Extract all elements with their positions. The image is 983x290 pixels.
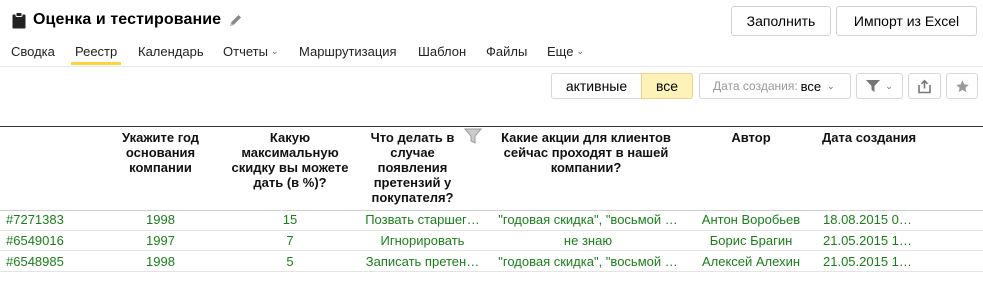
cell-claims-action: Записать претен… [365, 254, 480, 269]
export-button[interactable] [908, 73, 941, 99]
cell-founding-year: 1998 [146, 212, 175, 227]
filter-all-button[interactable]: все [641, 73, 693, 99]
cell-created-date: 21.05.2015 1… [823, 233, 912, 248]
row-divider [0, 271, 983, 272]
cell-max-discount: 5 [286, 254, 294, 269]
chevron-down-icon: ⌄ [270, 45, 279, 56]
cell-created-date: 18.08.2015 0… [823, 212, 912, 227]
chevron-down-icon: ⌄ [885, 80, 893, 91]
filter-active-button[interactable]: активные [551, 73, 642, 99]
cell-promotions: не знаю [563, 233, 613, 248]
tab-template[interactable]: Шаблон [418, 38, 466, 64]
column-header-founding-year[interactable]: Укажите год основания компании [113, 130, 208, 175]
funnel-icon [866, 80, 881, 92]
table-header-divider [0, 210, 983, 211]
row-id-link[interactable]: #6548985 [6, 254, 106, 270]
cell-founding-year: 1998 [146, 254, 175, 269]
column-header-author[interactable]: Автор [701, 130, 801, 145]
cell-founding-year: 1997 [146, 233, 175, 248]
chevron-down-icon: ⌄ [576, 45, 584, 56]
cell-max-discount: 15 [282, 212, 298, 227]
title-row: Оценка и тестирование [12, 9, 243, 31]
cell-claims-action: Игнорировать [380, 233, 465, 248]
tab-reports[interactable]: Отчеты ⌄ [223, 38, 278, 64]
date-created-filter[interactable]: Дата создания: все ⌄ [699, 73, 851, 99]
column-header-max-discount[interactable]: Какую максимальную скидку вы можете дать… [226, 130, 354, 190]
cell-author: Антон Воробьев [701, 212, 801, 227]
page-title: Оценка и тестирование [33, 11, 222, 28]
cell-author: Алексей Алехин [701, 254, 801, 269]
column-filter-funnel-icon[interactable] [464, 128, 482, 144]
tab-files[interactable]: Файлы [486, 38, 527, 64]
row-divider [0, 250, 983, 251]
cell-created-date: 21.05.2015 1… [823, 254, 912, 269]
table-top-border [0, 126, 983, 127]
tab-registry[interactable]: Реестр [70, 38, 122, 65]
row-id-link[interactable]: #7271383 [6, 212, 106, 228]
share-icon [918, 79, 931, 93]
edit-pencil-icon[interactable] [228, 13, 243, 28]
column-header-created-date[interactable]: Дата создания [814, 130, 924, 145]
column-header-promotions[interactable]: Какие акции для клиентов сейчас проходят… [487, 130, 685, 175]
import-excel-button[interactable]: Импорт из Excel [836, 6, 977, 36]
tab-more[interactable]: Еще ⌄ [547, 38, 584, 64]
column-header-claims-action[interactable]: Что делать в случае появления претензий … [360, 130, 465, 205]
nav-divider [0, 66, 983, 67]
favorite-button[interactable] [946, 73, 978, 99]
filter-menu-button[interactable]: ⌄ [856, 73, 903, 99]
fill-button[interactable]: Заполнить [731, 6, 831, 36]
star-icon [955, 79, 969, 92]
cell-claims-action: Позвать старшег… [365, 212, 480, 227]
date-filter-label: Дата создания: [713, 79, 798, 93]
cell-promotions: "годовая скидка", "восьмой … [498, 254, 678, 269]
cell-max-discount: 7 [286, 233, 294, 248]
date-filter-value: все [800, 78, 822, 94]
chevron-down-icon: ⌄ [827, 80, 835, 91]
cell-promotions: "годовая скидка", "восьмой … [498, 212, 678, 227]
cell-author: Борис Брагин [709, 233, 793, 248]
tab-calendar[interactable]: Календарь [138, 38, 204, 64]
tab-summary[interactable]: Сводка [11, 38, 55, 64]
row-divider [0, 230, 983, 231]
clipboard-icon [12, 11, 26, 28]
tab-routing[interactable]: Маршрутизация [299, 38, 397, 64]
row-id-link[interactable]: #6549016 [6, 233, 106, 249]
